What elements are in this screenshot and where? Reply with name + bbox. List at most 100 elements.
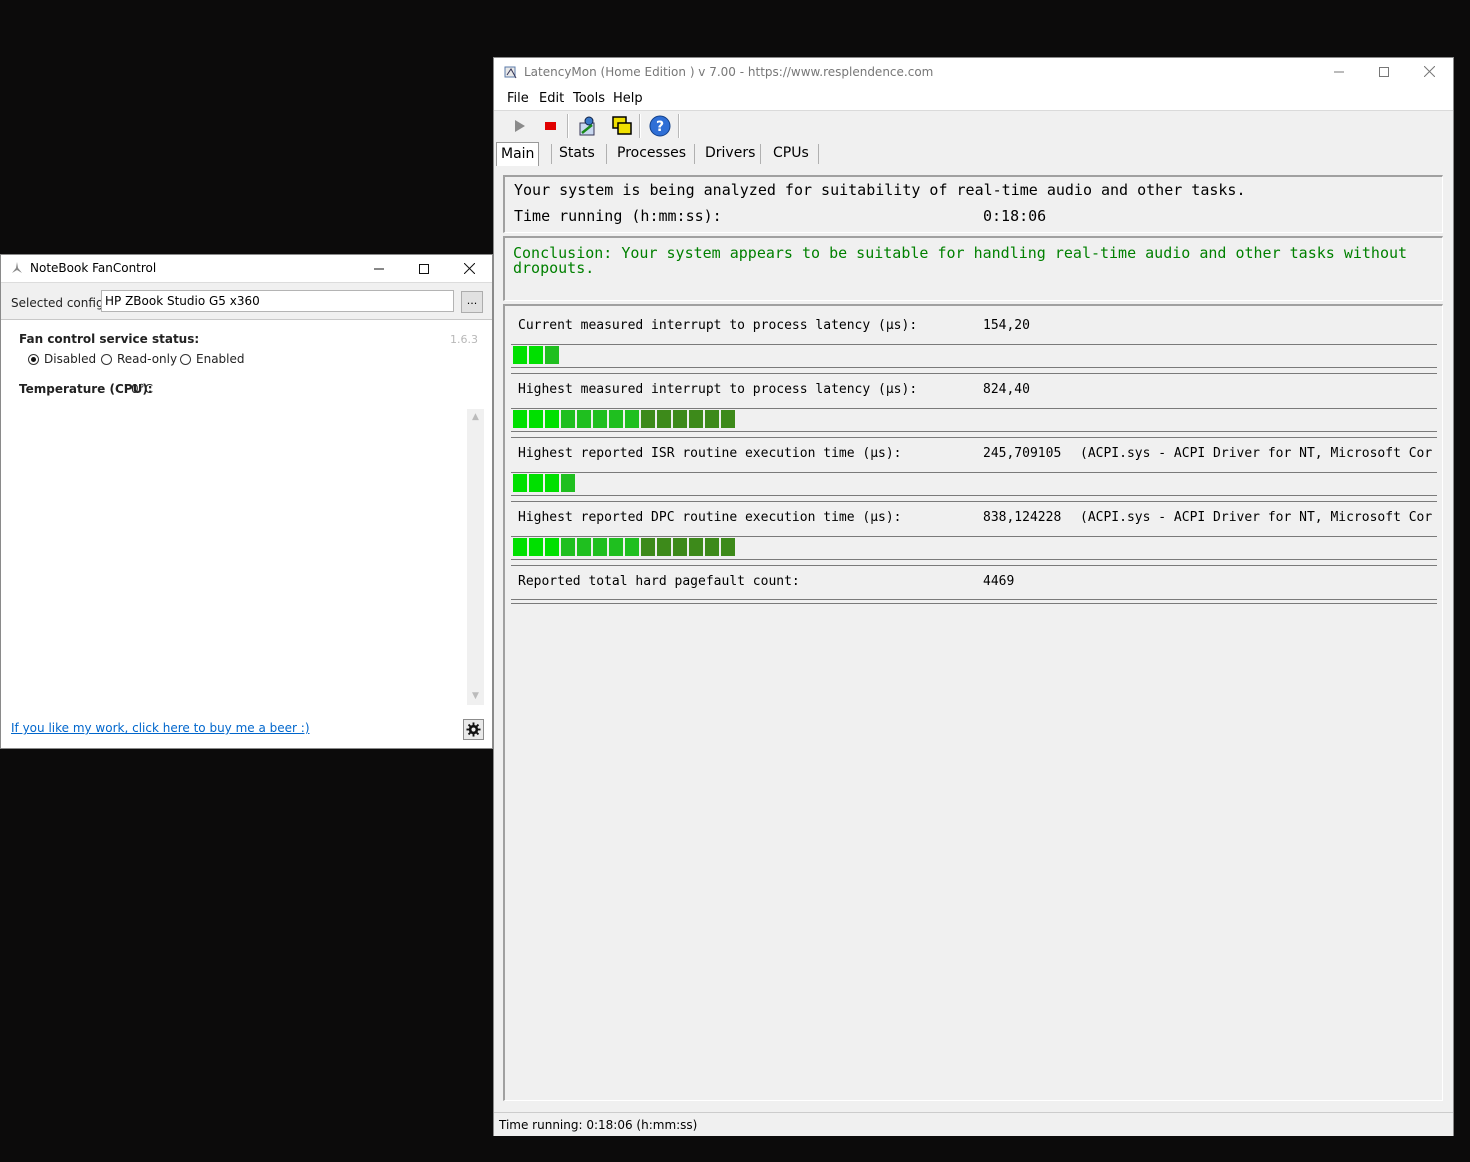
bar-segment xyxy=(529,346,543,364)
latencymon-window: LatencyMon (Home Edition ) v 7.00 - http… xyxy=(493,57,1454,1136)
bar-segment xyxy=(609,538,623,556)
radio-label: Enabled xyxy=(196,352,245,366)
stop-button[interactable] xyxy=(538,113,564,139)
toolbar-separator xyxy=(639,114,641,138)
fan-list-scrollbar[interactable]: ▲ ▼ xyxy=(467,409,484,705)
radio-dot[interactable] xyxy=(101,353,112,365)
bar-segment xyxy=(689,538,703,556)
stop-icon xyxy=(545,122,556,130)
analysis-text: Your system is being analyzed for suitab… xyxy=(514,181,1246,199)
close-button[interactable] xyxy=(1406,58,1452,85)
bar-segment xyxy=(545,474,559,492)
menu-tools[interactable]: Tools xyxy=(573,91,605,106)
start-button[interactable] xyxy=(507,113,533,139)
metric-value: 838,124228 xyxy=(983,510,1062,525)
version-label: 1.6.3 xyxy=(450,333,478,346)
bar-segment xyxy=(513,346,527,364)
report-button[interactable] xyxy=(576,113,602,139)
config-input[interactable]: HP ZBook Studio G5 x360 xyxy=(101,290,454,312)
tab-stats[interactable]: Stats xyxy=(555,142,599,164)
metric-label: Current measured interrupt to process la… xyxy=(518,318,918,333)
scroll-up-icon[interactable]: ▲ xyxy=(467,409,484,426)
metric-value: 154,20 xyxy=(983,318,1030,333)
bar-segment xyxy=(689,410,703,428)
close-icon xyxy=(1423,66,1435,77)
lm-titlebar[interactable]: LatencyMon (Home Edition ) v 7.00 - http… xyxy=(494,58,1453,86)
toolbar: ? xyxy=(498,112,898,142)
metric-driver: (ACPI.sys - ACPI Driver for NT, Microsof… xyxy=(1080,510,1433,525)
radio-read-only[interactable]: Read-only xyxy=(101,352,177,366)
metric-label: Reported total hard pagefault count: xyxy=(518,574,800,589)
latency-bar xyxy=(511,408,1437,438)
tab-drivers[interactable]: Drivers xyxy=(701,142,759,164)
conclusion-text-line2: dropouts. xyxy=(513,259,595,277)
play-icon xyxy=(515,120,525,132)
menu-bar: File Edit Tools Help xyxy=(494,86,1453,111)
close-icon xyxy=(463,263,475,274)
bar-segment xyxy=(545,410,559,428)
bar-segment xyxy=(513,474,527,492)
bar-segment xyxy=(625,538,639,556)
window-button[interactable] xyxy=(609,113,635,139)
conclusion-panel: Conclusion: Your system appears to be su… xyxy=(503,236,1443,301)
config-label: Selected config: xyxy=(11,296,108,310)
radio-label: Disabled xyxy=(44,352,97,366)
latency-bar xyxy=(511,536,1437,566)
tab-strip: Main Stats Processes Drivers CPUs xyxy=(496,142,1096,166)
toolbar-separator xyxy=(567,114,569,138)
bar-segment xyxy=(529,474,543,492)
bar-segment xyxy=(577,538,591,556)
gear-icon xyxy=(466,722,481,737)
settings-button[interactable] xyxy=(463,719,484,740)
minimize-button[interactable] xyxy=(1316,58,1362,85)
maximize-button[interactable] xyxy=(1361,58,1407,85)
bar-segment xyxy=(545,346,559,364)
temperature-value: 0°C xyxy=(131,382,154,396)
bar-segment xyxy=(545,538,559,556)
latencymon-app-icon xyxy=(504,66,517,79)
metric-driver: (ACPI.sys - ACPI Driver for NT, Microsof… xyxy=(1080,446,1433,461)
bar-segment xyxy=(641,410,655,428)
radio-disabled[interactable]: Disabled xyxy=(28,352,96,366)
tab-main[interactable]: Main xyxy=(496,142,540,166)
help-icon: ? xyxy=(649,115,671,137)
tab-processes[interactable]: Processes xyxy=(613,142,690,164)
bar-segment xyxy=(625,410,639,428)
donate-link[interactable]: If you like my work, click here to buy m… xyxy=(11,721,310,735)
maximize-button[interactable] xyxy=(401,255,447,282)
tab-separator xyxy=(818,144,819,164)
close-button[interactable] xyxy=(446,255,492,282)
scroll-down-icon[interactable]: ▼ xyxy=(467,688,484,705)
tab-cpus[interactable]: CPUs xyxy=(769,142,813,164)
bar-segment xyxy=(673,410,687,428)
menu-help[interactable]: Help xyxy=(613,91,643,106)
bar-segment xyxy=(609,410,623,428)
help-button[interactable]: ? xyxy=(647,113,673,139)
radio-dot[interactable] xyxy=(180,353,191,365)
metric-value: 245,709105 xyxy=(983,446,1062,461)
bar-segment xyxy=(529,410,543,428)
latency-bar xyxy=(511,344,1437,374)
nbfc-title: NoteBook FanControl xyxy=(30,261,157,275)
bar-segment xyxy=(513,538,527,556)
report-icon xyxy=(579,116,595,136)
time-running-value: 0:18:06 xyxy=(983,207,1047,225)
radio-enabled[interactable]: Enabled xyxy=(180,352,245,366)
fan-app-icon xyxy=(12,262,22,273)
nbfc-titlebar[interactable]: NoteBook FanControl xyxy=(1,255,492,282)
minimize-button[interactable] xyxy=(356,255,402,282)
menu-edit[interactable]: Edit xyxy=(539,91,564,106)
radio-dot[interactable] xyxy=(28,353,39,365)
bar-segment xyxy=(561,538,575,556)
bar-segment xyxy=(657,538,671,556)
lm-title: LatencyMon (Home Edition ) v 7.00 - http… xyxy=(524,65,934,79)
bar-segment xyxy=(513,410,527,428)
svg-text:?: ? xyxy=(656,119,664,135)
config-browse-button[interactable]: ... xyxy=(461,291,483,313)
bar-segment xyxy=(705,538,719,556)
pagefault-divider xyxy=(511,599,1437,604)
metrics-panel: Current measured interrupt to process la… xyxy=(503,304,1443,1101)
latency-bar xyxy=(511,472,1437,502)
analysis-panel: Your system is being analyzed for suitab… xyxy=(503,175,1443,233)
menu-file[interactable]: File xyxy=(507,91,529,106)
